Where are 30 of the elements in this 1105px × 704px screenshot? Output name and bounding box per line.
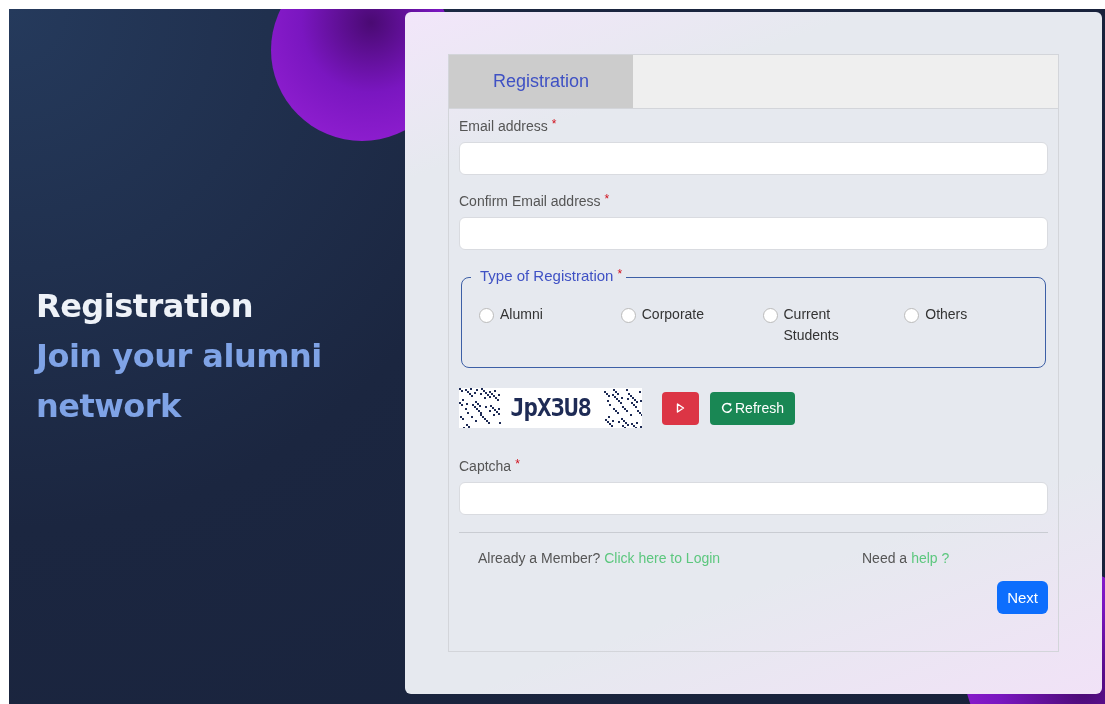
radio-label: Current Students — [783, 305, 840, 345]
captcha-field[interactable] — [459, 482, 1048, 515]
required-mark: * — [515, 457, 520, 471]
radio-button[interactable] — [904, 308, 920, 323]
hero-subtitle: Join your alumni network — [36, 336, 323, 427]
play-icon — [676, 403, 685, 413]
radio-button[interactable] — [479, 308, 494, 323]
help-prompt-text: Need a — [862, 550, 908, 566]
email-field[interactable] — [459, 217, 1048, 250]
login-prompt-text: Already a Member? — [478, 550, 601, 566]
radio-label: Alumni — [500, 305, 543, 324]
field-label: Email address — [459, 118, 548, 134]
radio-label: Others — [925, 305, 968, 324]
required-mark: * — [551, 117, 557, 131]
hero-title: Registration — [36, 286, 254, 327]
required-mark: * — [617, 267, 623, 281]
field-label: Confirm Email address — [459, 193, 601, 209]
registration-tab[interactable]: Registration — [449, 55, 633, 108]
captcha-image: JpX3U8 — [459, 388, 642, 428]
field-label: Captcha — [459, 458, 512, 474]
audio-play-button[interactable] — [662, 391, 699, 425]
refresh-icon — [721, 402, 733, 414]
refresh-button[interactable]: Refresh — [710, 391, 796, 425]
radio-button[interactable] — [762, 308, 778, 323]
required-mark: * — [604, 192, 610, 206]
email-field[interactable] — [459, 142, 1048, 175]
radio-button[interactable] — [620, 308, 636, 323]
next-button[interactable]: Next — [997, 581, 1048, 614]
fieldset-legend: Type of Registration — [480, 267, 614, 284]
radio-label: Corporate — [641, 305, 704, 324]
